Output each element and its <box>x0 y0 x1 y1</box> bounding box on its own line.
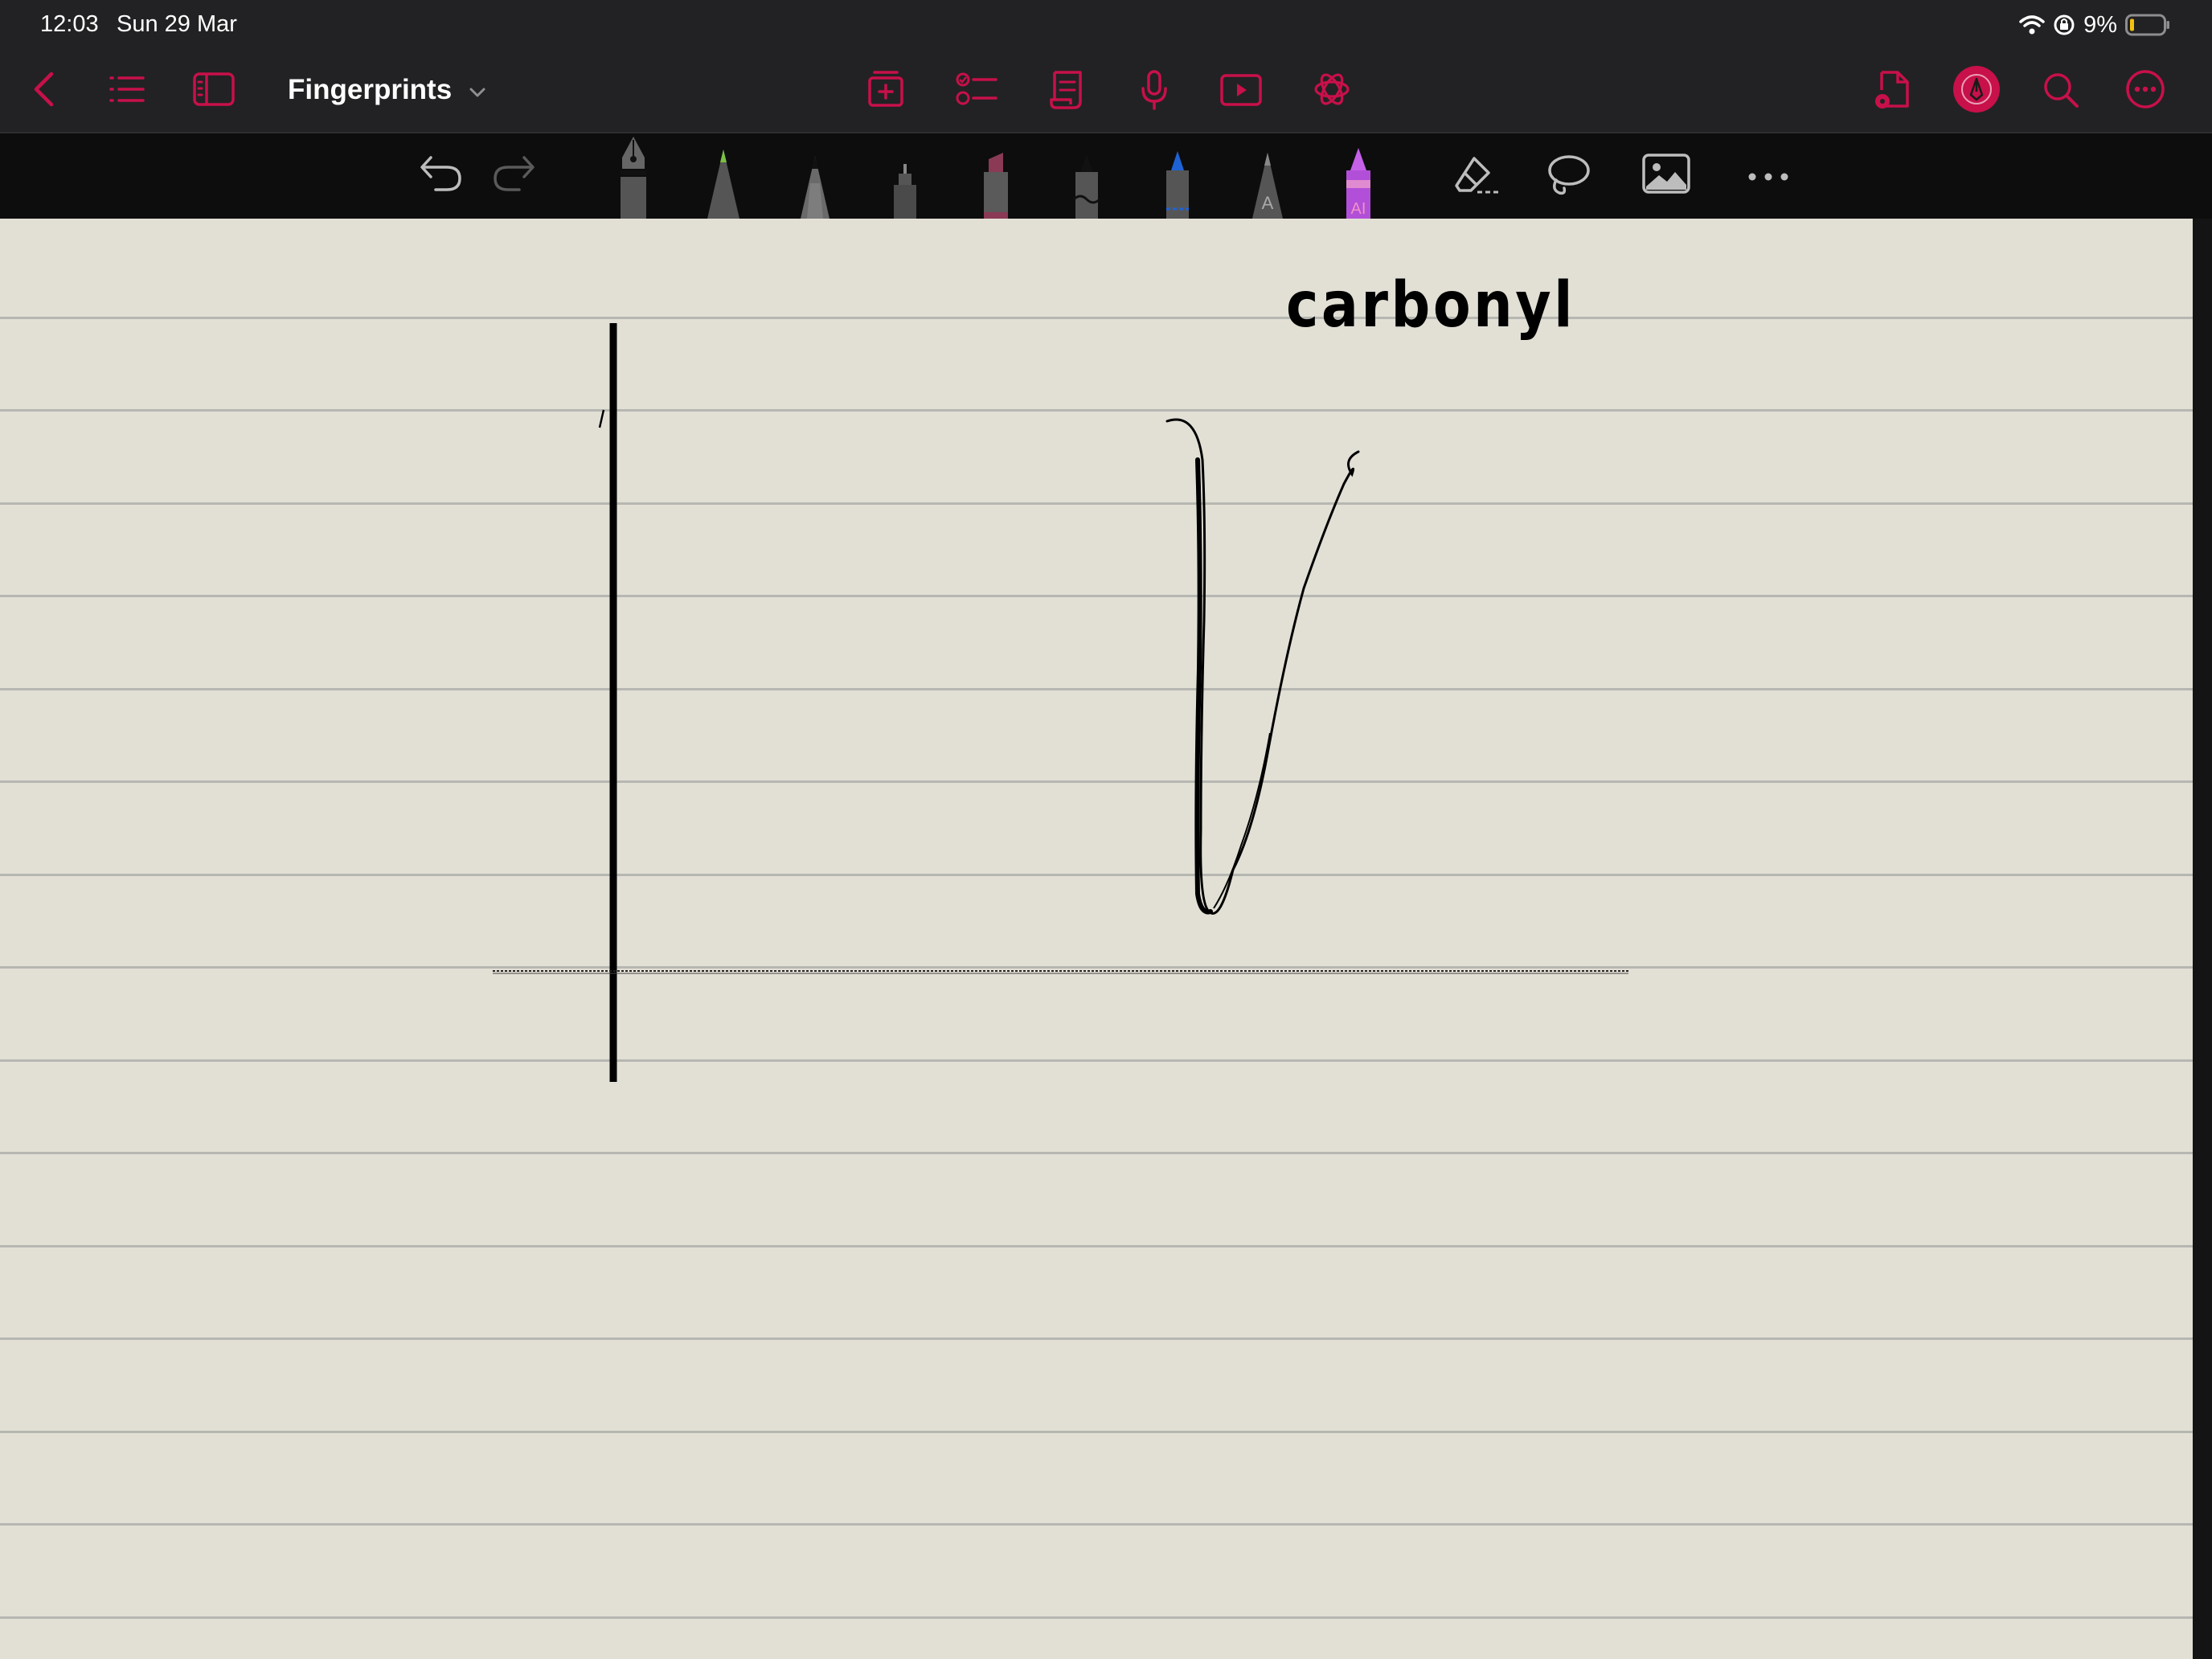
battery-icon <box>2125 14 2170 36</box>
pencil-icon[interactable] <box>796 135 834 219</box>
eraser-icon[interactable] <box>1452 151 1503 201</box>
text-pen-icon[interactable]: A <box>1247 135 1288 219</box>
ai-assistant-icon[interactable] <box>1310 68 1354 111</box>
image-icon[interactable] <box>1640 151 1693 196</box>
battery-percent: 9% <box>2083 11 2117 38</box>
svg-text:AI: AI <box>1351 200 1366 218</box>
fineliner-icon[interactable] <box>886 135 924 219</box>
ai-pen-icon[interactable]: AI <box>1337 135 1379 219</box>
drawing-toolbar: A AI <box>0 133 2212 219</box>
scroll-page-icon[interactable] <box>1047 68 1087 113</box>
highlighter-icon[interactable] <box>976 135 1016 219</box>
more-options-icon[interactable] <box>2124 68 2167 111</box>
document-share-icon[interactable] <box>1873 68 1911 113</box>
nav-bar: Fingerprints <box>0 50 2212 133</box>
video-icon[interactable] <box>1219 71 1264 109</box>
lasso-icon[interactable] <box>1543 151 1593 199</box>
pen-mode-icon[interactable] <box>1952 64 2001 114</box>
svg-text:A: A <box>1262 193 1274 213</box>
outline-list-icon[interactable] <box>106 71 148 108</box>
checklist-icon[interactable] <box>955 69 1000 109</box>
undo-icon[interactable] <box>416 151 466 196</box>
note-canvas[interactable]: carbonyl <box>0 219 2193 1659</box>
status-time: 12:03 <box>40 11 99 37</box>
more-tools-icon[interactable] <box>1743 161 1794 193</box>
redo-icon[interactable] <box>489 151 539 196</box>
fountain-pen-icon[interactable] <box>612 135 654 219</box>
page-scrollbar[interactable] <box>2193 219 2212 1659</box>
status-indicators: 9% <box>2019 10 2170 40</box>
sketch-tick-mark <box>598 409 605 428</box>
orientation-lock-icon <box>2053 14 2075 36</box>
status-bar: 12:03 Sun 29 Mar 9% <box>0 0 2212 50</box>
status-date: Sun 29 Mar <box>117 11 237 37</box>
sidebar-icon[interactable] <box>191 69 236 109</box>
microphone-icon[interactable] <box>1137 68 1172 113</box>
green-pencil-icon[interactable] <box>704 135 743 219</box>
blue-pen-icon[interactable] <box>1157 135 1198 219</box>
handwritten-label-text: carbonyl <box>1286 269 1575 342</box>
document-title[interactable]: Fingerprints <box>288 74 452 106</box>
back-chevron-icon[interactable] <box>24 69 64 109</box>
handwritten-label: carbonyl <box>1286 269 1575 342</box>
brush-pen-icon[interactable] <box>1066 135 1108 219</box>
wifi-icon <box>2019 14 2045 35</box>
handwritten-sketch <box>493 323 1628 1082</box>
add-page-icon[interactable] <box>865 68 907 111</box>
search-icon[interactable] <box>2040 69 2082 111</box>
chevron-down-icon[interactable] <box>465 80 490 104</box>
